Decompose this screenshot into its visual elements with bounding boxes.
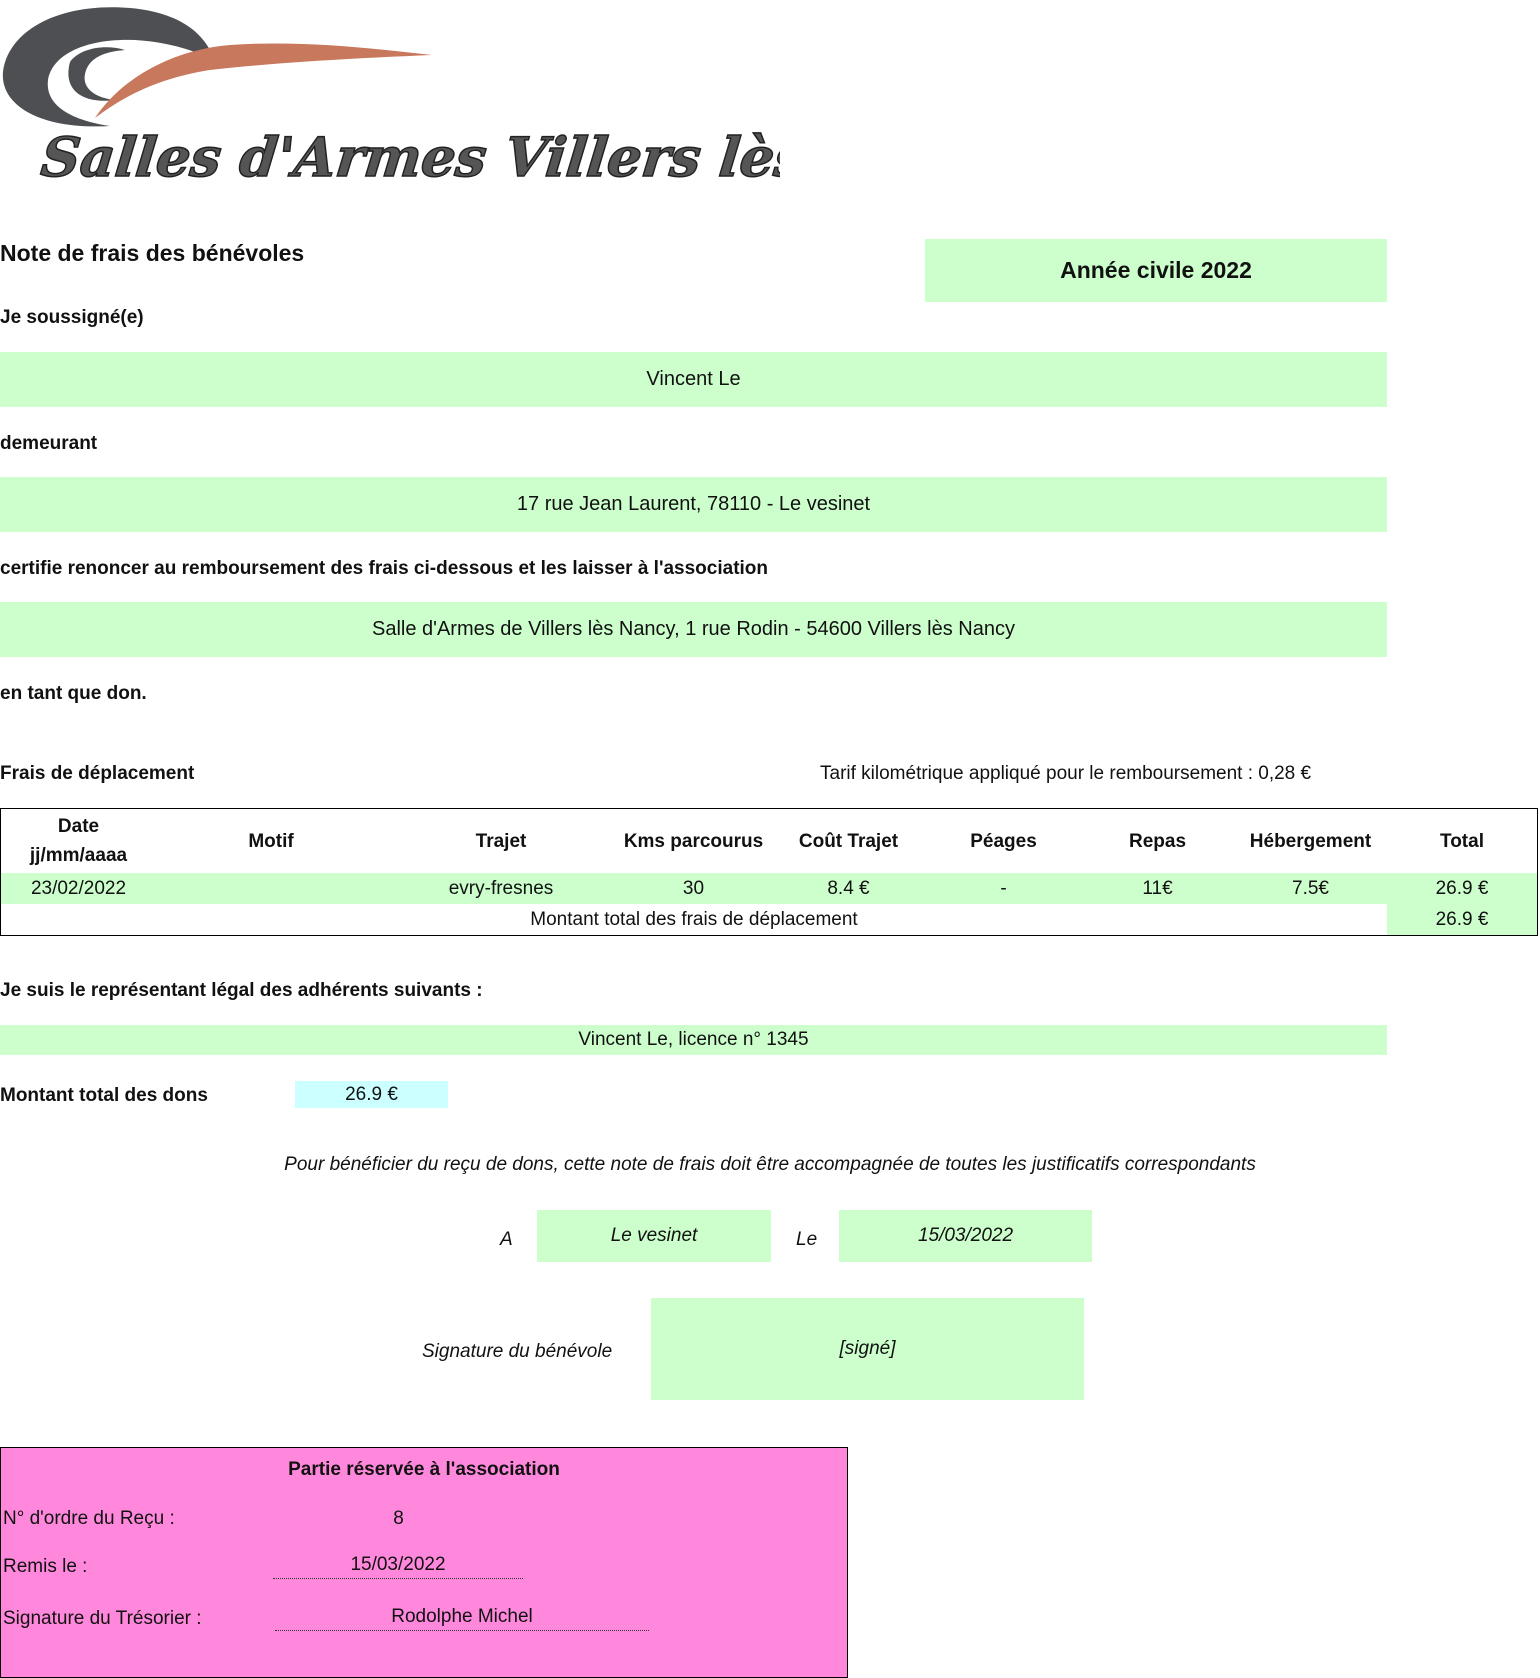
donations-total-label: Montant total des dons [0, 1085, 208, 1106]
fencing-logo-icon: Salles d'Armes Villers lès Nancy [2, 7, 780, 190]
treasurer-signature-label: Signature du Trésorier : [3, 1608, 202, 1629]
column-header-date-line1: Date [57, 816, 100, 837]
row-repas[interactable]: 11€ [1081, 873, 1234, 904]
column-header-cout: Coût Trajet [798, 830, 899, 852]
travel-total-label: Montant total des frais de déplacement [530, 908, 858, 930]
undersigned-label: Je soussigné(e) [0, 307, 144, 328]
association-box-title: Partie réservée à l'association [288, 1459, 560, 1480]
column-header-repas: Repas [1128, 830, 1187, 852]
given-date-value[interactable]: 15/03/2022 [273, 1554, 523, 1579]
signature-label: Signature du bénévole [422, 1341, 613, 1362]
column-header-date-line2: jj/mm/aaaa [29, 845, 128, 866]
representative-label: Je suis le représentant légal des adhére… [0, 980, 483, 1001]
column-header-trajet: Trajet [475, 830, 527, 852]
association-field[interactable]: Salle d'Armes de Villers lès Nancy, 1 ru… [0, 602, 1387, 657]
row-date[interactable]: 23/02/2022 [1, 873, 156, 904]
address-field[interactable]: 17 rue Jean Laurent, 78110 - Le vesinet [0, 477, 1387, 532]
given-date-label: Remis le : [3, 1556, 88, 1577]
address-label: demeurant [0, 433, 98, 454]
column-header-kms: Kms parcourus [623, 830, 764, 852]
date-field[interactable]: 15/03/2022 [839, 1210, 1092, 1262]
treasurer-signature-value[interactable]: Rodolphe Michel [275, 1606, 649, 1631]
justification-notice: Pour bénéficier du reçu de dons, cette n… [284, 1154, 1256, 1175]
receipt-number-value[interactable]: 8 [326, 1508, 471, 1530]
signature-field[interactable]: [signé] [651, 1298, 1084, 1400]
row-kms[interactable]: 30 [616, 873, 771, 904]
tariff-note: Tarif kilométrique appliqué pour le remb… [820, 763, 1312, 784]
travel-section-label: Frais de déplacement [0, 763, 195, 784]
column-header-total: Total [1440, 830, 1484, 852]
travel-total-value: 26.9 € [1387, 904, 1537, 935]
svg-text:Salles d'Armes Villers lès Nan: Salles d'Armes Villers lès Nancy [38, 125, 780, 189]
donation-label: en tant que don. [0, 683, 147, 704]
page-title: Note de frais des bénévoles [0, 240, 305, 266]
row-hebergement[interactable]: 7.5€ [1234, 873, 1387, 904]
row-motif[interactable] [156, 873, 386, 904]
travel-expense-table: Date jj/mm/aaaa Motif Trajet Kms parcour… [0, 808, 1538, 936]
column-header-motif: Motif [248, 830, 294, 852]
row-cout: 8.4 € [827, 877, 870, 899]
row-peages[interactable]: - [926, 873, 1081, 904]
date-label: Le [796, 1229, 818, 1250]
members-field[interactable]: Vincent Le, licence n° 1345 [0, 1025, 1387, 1055]
year-field[interactable]: Année civile 2022 [925, 239, 1387, 302]
column-header-date: Date jj/mm/aaaa [1, 809, 156, 873]
club-logo: Salles d'Armes Villers lès Nancy [0, 0, 780, 195]
place-label: A [500, 1229, 513, 1250]
certify-label: certifie renoncer au remboursement des f… [0, 558, 769, 579]
place-field[interactable]: Le vesinet [537, 1210, 771, 1262]
association-reserved-box: Partie réservée à l'association N° d'ord… [0, 1447, 848, 1678]
name-field[interactable]: Vincent Le [0, 352, 1387, 407]
receipt-number-label: N° d'ordre du Reçu : [3, 1508, 175, 1529]
column-header-peages: Péages [970, 830, 1037, 852]
donations-total-value: 26.9 € [295, 1081, 448, 1108]
column-header-hebergement: Hébergement [1249, 830, 1372, 852]
row-total: 26.9 € [1435, 877, 1489, 899]
row-trajet[interactable]: evry-fresnes [386, 873, 616, 904]
